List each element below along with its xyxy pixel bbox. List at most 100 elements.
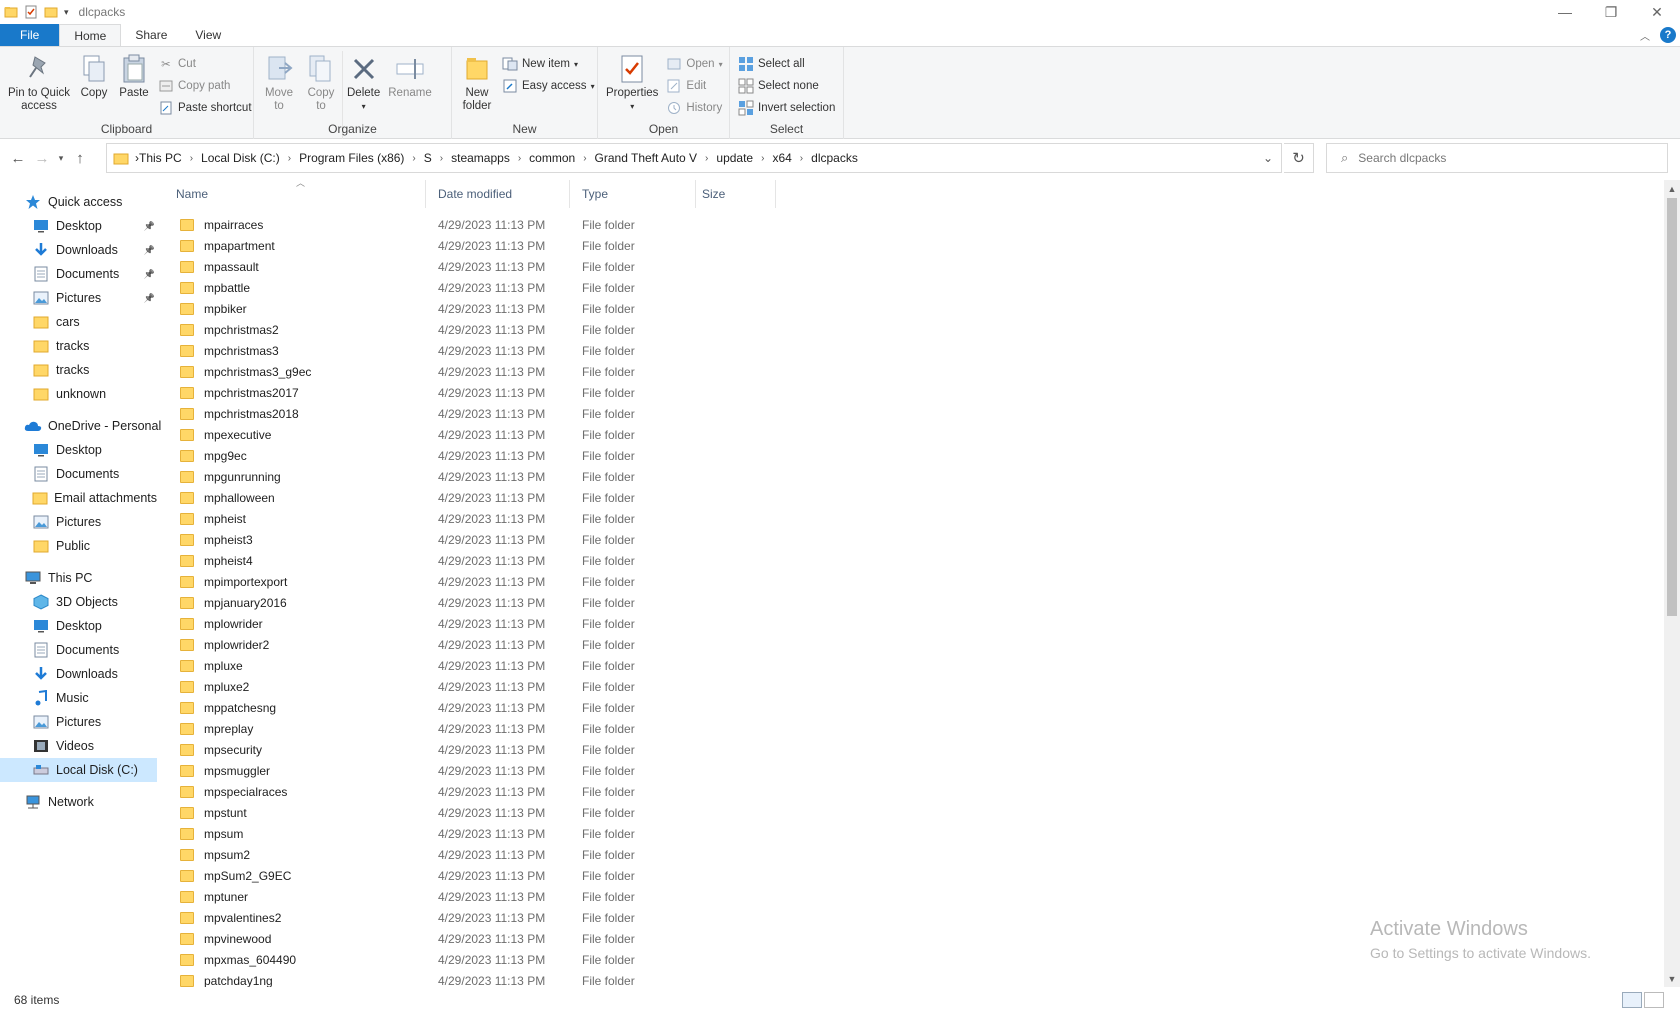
table-row[interactable]: mpluxe 4/29/2023 11:13 PM File folder [170,655,1660,676]
file-name-cell[interactable]: mpchristmas2017 [180,386,299,400]
table-row[interactable]: mpchristmas3_g9ec 4/29/2023 11:13 PM File … [170,361,1660,382]
file-name-cell[interactable]: mptuner [180,890,248,904]
table-row[interactable]: mpluxe2 4/29/2023 11:13 PM File folder [170,676,1660,697]
nav-quick-item[interactable]: Desktop 📌 [0,214,157,238]
breadcrumb-item[interactable]: Local Disk (C:) [201,151,280,165]
file-name-cell[interactable]: mplowrider [180,617,263,631]
table-row[interactable]: mpspecialraces 4/29/2023 11:13 PM File fol… [170,781,1660,802]
table-row[interactable]: mpjanuary2016 4/29/2023 11:13 PM File fold… [170,592,1660,613]
breadcrumb-item[interactable]: dlcpacks [811,151,858,165]
table-row[interactable]: mpassault 4/29/2023 11:13 PM File folder [170,256,1660,277]
nav-this-pc-item[interactable]: Local Disk (C:) [0,758,157,782]
nav-quick-item[interactable]: Downloads 📌 [0,238,157,262]
table-row[interactable]: mpsum 4/29/2023 11:13 PM File folder [170,823,1660,844]
qat-dropdown-icon[interactable]: ▾ [64,7,69,18]
file-name-cell[interactable]: mpheist [180,512,246,526]
nav-onedrive-item[interactable]: Public [0,534,157,558]
select-none-button[interactable]: Select none [738,77,835,95]
breadcrumb-separator-icon[interactable]: › [761,153,764,164]
search-box[interactable]: ⌕ [1326,143,1668,173]
up-button[interactable]: ↑ [68,147,92,171]
address-dropdown-icon[interactable]: ⌄ [1263,151,1273,165]
nav-quick-item[interactable]: Documents 📌 [0,262,157,286]
file-name-cell[interactable]: mpxmas_604490 [180,953,296,967]
history-button[interactable]: History [666,99,722,117]
table-row[interactable]: mpbattle 4/29/2023 11:13 PM File folder [170,277,1660,298]
file-name-cell[interactable]: mpreplay [180,722,253,736]
details-view-button[interactable] [1622,992,1642,1008]
nav-quick-item[interactable]: Pictures 📌 [0,286,157,310]
table-row[interactable]: mpsum2 4/29/2023 11:13 PM File folder [170,844,1660,865]
file-name-cell[interactable]: mppatchesng [180,701,276,715]
file-name-cell[interactable]: patchday1ng [180,974,273,987]
table-row[interactable]: mpSum2_G9EC 4/29/2023 11:13 PM File folder [170,865,1660,886]
new-folder-icon[interactable] [44,5,58,19]
nav-this-pc-item[interactable]: Videos [0,734,157,758]
nav-onedrive-item[interactable]: Desktop [0,438,157,462]
table-row[interactable]: patchday1ng 4/29/2023 11:13 PM File folder [170,970,1660,987]
file-name-cell[interactable]: mpluxe [180,659,243,673]
breadcrumb-separator-icon[interactable]: › [440,153,443,164]
table-row[interactable]: mpsmuggler 4/29/2023 11:13 PM File folder [170,760,1660,781]
table-row[interactable]: mpchristmas2 4/29/2023 11:13 PM File folde… [170,319,1660,340]
nav-quick-item[interactable]: tracks [0,358,157,382]
file-name-cell[interactable]: mpchristmas2018 [180,407,299,421]
column-header-size[interactable]: Size [696,180,776,208]
back-button[interactable]: ← [6,147,30,171]
file-name-cell[interactable]: mpsum [180,827,243,841]
file-name-cell[interactable]: mplowrider2 [180,638,269,652]
file-name-cell[interactable]: mpvalentines2 [180,911,281,925]
tab-share[interactable]: Share [121,24,181,46]
cut-button[interactable]: ✂ Cut [158,55,252,73]
file-name-cell[interactable]: mpassault [180,260,259,274]
vertical-scrollbar[interactable]: ▲ ▼ [1664,180,1680,987]
file-name-cell[interactable]: mpjanuary2016 [180,596,287,610]
folder-icon[interactable] [4,5,18,19]
nav-this-pc-item[interactable]: 3D Objects [0,590,157,614]
nav-this-pc-item[interactable]: Documents [0,638,157,662]
edit-button[interactable]: Edit [666,77,722,95]
file-name-cell[interactable]: mpapartment [180,239,275,253]
table-row[interactable]: mppatchesng 4/29/2023 11:13 PM File folder [170,697,1660,718]
recent-locations-button[interactable]: ▾ [54,147,68,171]
file-name-cell[interactable]: mpchristmas3 [180,344,279,358]
search-input[interactable] [1358,151,1649,165]
file-name-cell[interactable]: mpsmuggler [180,764,270,778]
collapse-ribbon-icon[interactable]: ︿ [1640,28,1650,43]
breadcrumb-item[interactable]: common [529,151,575,165]
breadcrumb-separator-icon[interactable]: › [583,153,586,164]
column-header-type[interactable]: Type [576,180,696,208]
scrollbar-thumb[interactable] [1667,198,1677,616]
table-row[interactable]: mphalloween 4/29/2023 11:13 PM File folder [170,487,1660,508]
nav-quick-item[interactable]: cars [0,310,157,334]
close-button[interactable]: ✕ [1634,0,1680,24]
nav-this-pc-item[interactable]: Downloads [0,662,157,686]
restore-button[interactable]: ❐ [1588,0,1634,24]
table-row[interactable]: mpbiker 4/29/2023 11:13 PM File folder [170,298,1660,319]
nav-onedrive-item[interactable]: Email attachments [0,486,157,510]
table-row[interactable]: mpg9ec 4/29/2023 11:13 PM File folder [170,445,1660,466]
breadcrumb-item[interactable]: Program Files (x86) [299,151,404,165]
breadcrumb-item[interactable]: update [716,151,753,165]
breadcrumb-separator-icon[interactable]: › [288,153,291,164]
nav-onedrive-item[interactable]: Pictures [0,510,157,534]
easy-access-button[interactable]: Easy access ▾ [502,77,595,95]
tab-view[interactable]: View [181,24,235,46]
table-row[interactable]: mpreplay 4/29/2023 11:13 PM File folder [170,718,1660,739]
copy-path-button[interactable]: Copy path [158,77,252,95]
table-row[interactable]: mpheist4 4/29/2023 11:13 PM File folder [170,550,1660,571]
file-name-cell[interactable]: mpchristmas3_g9ec [180,365,311,379]
file-name-cell[interactable]: mpspecialraces [180,785,287,799]
file-name-cell[interactable]: mpimportexport [180,575,287,589]
file-name-cell[interactable]: mpheist4 [180,554,253,568]
nav-quick-item[interactable]: unknown [0,382,157,406]
file-name-cell[interactable]: mpvinewood [180,932,271,946]
table-row[interactable]: mpapartment 4/29/2023 11:13 PM File folder [170,235,1660,256]
file-name-cell[interactable]: mpbattle [180,281,250,295]
nav-this-pc-item[interactable]: Pictures [0,710,157,734]
file-name-cell[interactable]: mpsum2 [180,848,250,862]
breadcrumb-item[interactable]: Grand Theft Auto V [595,151,698,165]
file-name-cell[interactable]: mpheist3 [180,533,253,547]
large-icons-view-button[interactable] [1644,992,1664,1008]
file-name-cell[interactable]: mpchristmas2 [180,323,279,337]
